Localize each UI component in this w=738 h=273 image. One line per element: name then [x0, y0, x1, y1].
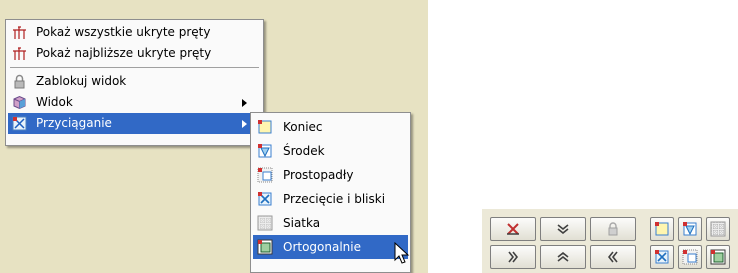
- view-cube-icon: [13, 95, 26, 110]
- menu-item-show-all-hidden-bars[interactable]: Pokaż wszystkie ukryte pręty: [8, 22, 261, 43]
- snap-middle-icon: [683, 222, 697, 236]
- snap-orthogonal-icon: [257, 239, 273, 255]
- snap-orthogonal-icon: [710, 249, 726, 265]
- menu-item-label: Zablokuj widok: [36, 74, 127, 88]
- chevron-left-icon: [608, 251, 618, 263]
- submenu-item-perpendicular[interactable]: Prostopadły: [253, 163, 408, 187]
- snap-grid-icon: [257, 215, 273, 231]
- chevron-down-icon: [557, 224, 569, 234]
- snap-intersection-button[interactable]: [650, 245, 674, 269]
- menu-item-label: Przecięcie i bliski: [283, 192, 386, 206]
- menu-item-label: Pokaż wszystkie ukryte pręty: [36, 25, 211, 39]
- menu-item-view[interactable]: Widok: [8, 92, 261, 113]
- snap-grid-button[interactable]: [706, 217, 730, 241]
- hidden-bars-icon: [13, 47, 26, 60]
- mouse-cursor-icon: [394, 242, 410, 264]
- chevron-right-icon: [508, 251, 518, 263]
- move-up-button[interactable]: [540, 245, 586, 269]
- snap-middle-button[interactable]: [678, 217, 702, 241]
- menu-item-show-nearest-hidden-bars[interactable]: Pokaż najbliższe ukryte pręty: [8, 43, 261, 64]
- clear-button[interactable]: [490, 217, 536, 241]
- move-left-button[interactable]: [590, 245, 636, 269]
- clear-x-icon: [507, 223, 519, 235]
- snap-perpendicular-icon: [682, 249, 698, 265]
- snap-icon: [12, 116, 27, 131]
- menu-separator: [10, 67, 259, 68]
- lock-button[interactable]: [590, 217, 636, 241]
- context-menu: Pokaż wszystkie ukryte pręty Pokaż najbl…: [5, 19, 264, 146]
- submenu-arrow-icon: [242, 120, 247, 128]
- snap-intersection-icon: [258, 192, 272, 206]
- menu-item-label: Widok: [36, 95, 73, 109]
- snap-end-button[interactable]: [650, 217, 674, 241]
- menu-item-label: Ortogonalnie: [283, 240, 361, 254]
- move-down-button[interactable]: [540, 217, 586, 241]
- menu-item-lock-view[interactable]: Zablokuj widok: [8, 71, 261, 92]
- snap-middle-icon: [258, 144, 272, 158]
- menu-item-label: Środek: [283, 144, 325, 158]
- move-right-button[interactable]: [490, 245, 536, 269]
- submenu-item-middle[interactable]: Środek: [253, 139, 408, 163]
- menu-item-label: Przyciąganie: [36, 116, 112, 130]
- snap-intersection-icon: [655, 250, 669, 264]
- submenu-arrow-icon: [242, 99, 247, 107]
- snap-perpendicular-icon: [257, 167, 273, 183]
- menu-item-label: Prostopadły: [283, 168, 354, 182]
- submenu-item-orthogonal[interactable]: Ortogonalnie: [253, 235, 408, 259]
- submenu-item-end[interactable]: Koniec: [253, 115, 408, 139]
- snap-end-icon: [655, 222, 669, 236]
- hidden-bars-icon: [13, 26, 26, 39]
- menu-item-label: Koniec: [283, 120, 323, 134]
- menu-item-label: Siatka: [283, 216, 321, 230]
- menu-item-snapping[interactable]: Przyciąganie: [8, 113, 261, 134]
- lock-icon: [608, 222, 618, 236]
- submenu-item-intersection[interactable]: Przecięcie i bliski: [253, 187, 408, 211]
- menu-item-label: Pokaż najbliższe ukryte pręty: [36, 46, 212, 60]
- chevron-up-icon: [557, 252, 569, 262]
- snap-orthogonal-button[interactable]: [706, 245, 730, 269]
- snap-perpendicular-button[interactable]: [678, 245, 702, 269]
- submenu-item-grid[interactable]: Siatka: [253, 211, 408, 235]
- snap-submenu: Koniec Środek Prostopadły Przecięcie i b…: [250, 112, 411, 273]
- snap-toolbar: [482, 209, 738, 273]
- snap-end-icon: [258, 120, 272, 134]
- lock-icon: [14, 74, 25, 89]
- snap-grid-icon: [710, 221, 726, 237]
